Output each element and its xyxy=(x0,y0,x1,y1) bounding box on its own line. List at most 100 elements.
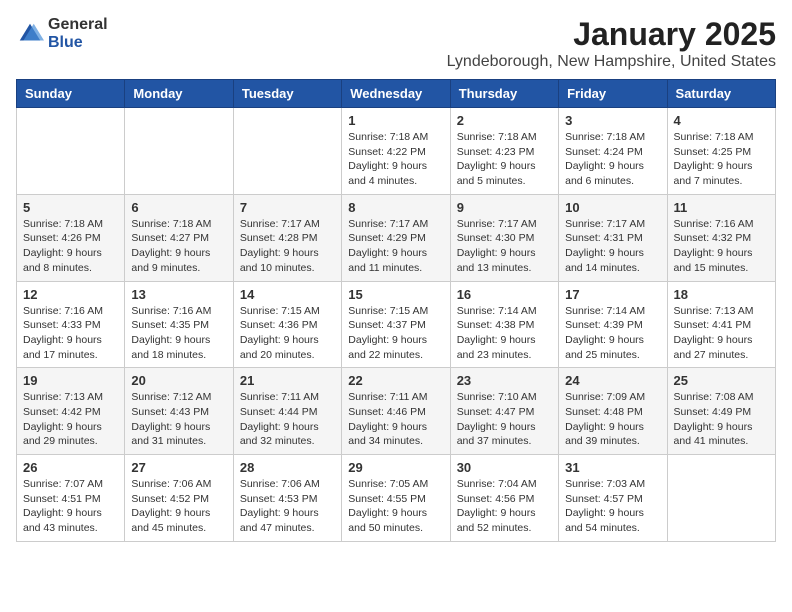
logo-icon xyxy=(16,20,44,48)
day-number: 5 xyxy=(23,200,118,215)
day-info: Sunrise: 7:17 AM Sunset: 4:28 PM Dayligh… xyxy=(240,217,335,276)
day-info: Sunrise: 7:15 AM Sunset: 4:36 PM Dayligh… xyxy=(240,304,335,363)
day-number: 17 xyxy=(565,287,660,302)
day-number: 2 xyxy=(457,113,552,128)
weekday-header-sunday: Sunday xyxy=(17,80,125,108)
day-info: Sunrise: 7:17 AM Sunset: 4:31 PM Dayligh… xyxy=(565,217,660,276)
day-cell: 2 Sunrise: 7:18 AM Sunset: 4:23 PM Daylig… xyxy=(450,108,558,195)
day-number: 22 xyxy=(348,373,443,388)
day-cell: 10 Sunrise: 7:17 AM Sunset: 4:31 PM Dayli… xyxy=(559,194,667,281)
weekday-header-saturday: Saturday xyxy=(667,80,775,108)
day-number: 8 xyxy=(348,200,443,215)
day-info: Sunrise: 7:18 AM Sunset: 4:23 PM Dayligh… xyxy=(457,130,552,189)
day-info: Sunrise: 7:16 AM Sunset: 4:35 PM Dayligh… xyxy=(131,304,226,363)
day-number: 20 xyxy=(131,373,226,388)
day-info: Sunrise: 7:17 AM Sunset: 4:30 PM Dayligh… xyxy=(457,217,552,276)
day-info: Sunrise: 7:05 AM Sunset: 4:55 PM Dayligh… xyxy=(348,477,443,536)
day-info: Sunrise: 7:14 AM Sunset: 4:38 PM Dayligh… xyxy=(457,304,552,363)
day-number: 4 xyxy=(674,113,769,128)
day-info: Sunrise: 7:14 AM Sunset: 4:39 PM Dayligh… xyxy=(565,304,660,363)
day-cell: 22Sunrise: 7:11 AM Sunset: 4:46 PM Dayli… xyxy=(342,368,450,455)
day-cell: 5Sunrise: 7:18 AM Sunset: 4:26 PM Daylig… xyxy=(17,194,125,281)
day-info: Sunrise: 7:08 AM Sunset: 4:49 PM Dayligh… xyxy=(674,390,769,449)
day-info: Sunrise: 7:18 AM Sunset: 4:27 PM Dayligh… xyxy=(131,217,226,276)
day-number: 23 xyxy=(457,373,552,388)
day-number: 13 xyxy=(131,287,226,302)
day-number: 29 xyxy=(348,460,443,475)
day-info: Sunrise: 7:09 AM Sunset: 4:48 PM Dayligh… xyxy=(565,390,660,449)
day-number: 3 xyxy=(565,113,660,128)
day-info: Sunrise: 7:10 AM Sunset: 4:47 PM Dayligh… xyxy=(457,390,552,449)
day-number: 19 xyxy=(23,373,118,388)
day-cell: 1 Sunrise: 7:18 AM Sunset: 4:22 PM Daylig… xyxy=(342,108,450,195)
day-number: 10 xyxy=(565,200,660,215)
week-row-4: 19 Sunrise: 7:13 AM Sunset: 4:42 PM Dayli… xyxy=(17,368,776,455)
day-cell: 9Sunrise: 7:17 AM Sunset: 4:30 PM Daylig… xyxy=(450,194,558,281)
day-info: Sunrise: 7:16 AM Sunset: 4:32 PM Dayligh… xyxy=(674,217,769,276)
day-cell: 11Sunrise: 7:16 AM Sunset: 4:32 PM Dayli… xyxy=(667,194,775,281)
day-info: Sunrise: 7:04 AM Sunset: 4:56 PM Dayligh… xyxy=(457,477,552,536)
logo-general: General xyxy=(48,16,108,34)
day-cell: 16 Sunrise: 7:14 AM Sunset: 4:38 PM Dayli… xyxy=(450,281,558,368)
day-info: Sunrise: 7:15 AM Sunset: 4:37 PM Dayligh… xyxy=(348,304,443,363)
day-cell: 19 Sunrise: 7:13 AM Sunset: 4:42 PM Dayli… xyxy=(17,368,125,455)
day-cell: 6Sunrise: 7:18 AM Sunset: 4:27 PM Daylig… xyxy=(125,194,233,281)
day-info: Sunrise: 7:13 AM Sunset: 4:41 PM Dayligh… xyxy=(674,304,769,363)
day-cell: 13 Sunrise: 7:16 AM Sunset: 4:35 PM Dayli… xyxy=(125,281,233,368)
day-number: 14 xyxy=(240,287,335,302)
day-number: 18 xyxy=(674,287,769,302)
day-cell: 24 Sunrise: 7:09 AM Sunset: 4:48 PM Dayli… xyxy=(559,368,667,455)
logo-blue: Blue xyxy=(48,34,108,52)
location: Lyndeborough, New Hampshire, United Stat… xyxy=(447,53,776,71)
day-cell: 31 Sunrise: 7:03 AM Sunset: 4:57 PM Dayli… xyxy=(559,455,667,542)
week-row-5: 26Sunrise: 7:07 AM Sunset: 4:51 PM Dayli… xyxy=(17,455,776,542)
weekday-header-thursday: Thursday xyxy=(450,80,558,108)
day-info: Sunrise: 7:16 AM Sunset: 4:33 PM Dayligh… xyxy=(23,304,118,363)
day-info: Sunrise: 7:03 AM Sunset: 4:57 PM Dayligh… xyxy=(565,477,660,536)
day-cell: 23 Sunrise: 7:10 AM Sunset: 4:47 PM Dayli… xyxy=(450,368,558,455)
day-info: Sunrise: 7:17 AM Sunset: 4:29 PM Dayligh… xyxy=(348,217,443,276)
day-number: 24 xyxy=(565,373,660,388)
weekday-header-monday: Monday xyxy=(125,80,233,108)
calendar-table: SundayMondayTuesdayWednesdayThursdayFrid… xyxy=(16,79,776,542)
day-info: Sunrise: 7:18 AM Sunset: 4:24 PM Dayligh… xyxy=(565,130,660,189)
day-info: Sunrise: 7:11 AM Sunset: 4:44 PM Dayligh… xyxy=(240,390,335,449)
day-number: 27 xyxy=(131,460,226,475)
day-cell: 20 Sunrise: 7:12 AM Sunset: 4:43 PM Dayli… xyxy=(125,368,233,455)
day-info: Sunrise: 7:12 AM Sunset: 4:43 PM Dayligh… xyxy=(131,390,226,449)
day-info: Sunrise: 7:18 AM Sunset: 4:22 PM Dayligh… xyxy=(348,130,443,189)
week-row-1: 1 Sunrise: 7:18 AM Sunset: 4:22 PM Daylig… xyxy=(17,108,776,195)
day-cell: 26Sunrise: 7:07 AM Sunset: 4:51 PM Dayli… xyxy=(17,455,125,542)
day-info: Sunrise: 7:06 AM Sunset: 4:53 PM Dayligh… xyxy=(240,477,335,536)
day-info: Sunrise: 7:13 AM Sunset: 4:42 PM Dayligh… xyxy=(23,390,118,449)
day-cell: 27 Sunrise: 7:06 AM Sunset: 4:52 PM Dayli… xyxy=(125,455,233,542)
day-cell: 7 Sunrise: 7:17 AM Sunset: 4:28 PM Daylig… xyxy=(233,194,341,281)
day-cell: 29 Sunrise: 7:05 AM Sunset: 4:55 PM Dayli… xyxy=(342,455,450,542)
week-row-2: 5Sunrise: 7:18 AM Sunset: 4:26 PM Daylig… xyxy=(17,194,776,281)
week-row-3: 12Sunrise: 7:16 AM Sunset: 4:33 PM Dayli… xyxy=(17,281,776,368)
day-number: 16 xyxy=(457,287,552,302)
day-cell: 18 Sunrise: 7:13 AM Sunset: 4:41 PM Dayli… xyxy=(667,281,775,368)
day-number: 21 xyxy=(240,373,335,388)
day-cell: 14 Sunrise: 7:15 AM Sunset: 4:36 PM Dayli… xyxy=(233,281,341,368)
day-cell: 12Sunrise: 7:16 AM Sunset: 4:33 PM Dayli… xyxy=(17,281,125,368)
day-cell: 30Sunrise: 7:04 AM Sunset: 4:56 PM Dayli… xyxy=(450,455,558,542)
day-number: 31 xyxy=(565,460,660,475)
day-number: 1 xyxy=(348,113,443,128)
month-title: January 2025 xyxy=(447,16,776,53)
day-number: 26 xyxy=(23,460,118,475)
day-cell: 21 Sunrise: 7:11 AM Sunset: 4:44 PM Dayli… xyxy=(233,368,341,455)
day-number: 15 xyxy=(348,287,443,302)
logo-text: General Blue xyxy=(48,16,108,51)
day-cell: 3 Sunrise: 7:18 AM Sunset: 4:24 PM Daylig… xyxy=(559,108,667,195)
day-info: Sunrise: 7:06 AM Sunset: 4:52 PM Dayligh… xyxy=(131,477,226,536)
day-cell: 28Sunrise: 7:06 AM Sunset: 4:53 PM Dayli… xyxy=(233,455,341,542)
day-cell xyxy=(17,108,125,195)
day-info: Sunrise: 7:18 AM Sunset: 4:25 PM Dayligh… xyxy=(674,130,769,189)
day-number: 25 xyxy=(674,373,769,388)
day-cell: 25 Sunrise: 7:08 AM Sunset: 4:49 PM Dayli… xyxy=(667,368,775,455)
weekday-header-wednesday: Wednesday xyxy=(342,80,450,108)
day-cell xyxy=(233,108,341,195)
page-header: General Blue January 2025 Lyndeborough, … xyxy=(16,16,776,71)
day-number: 7 xyxy=(240,200,335,215)
